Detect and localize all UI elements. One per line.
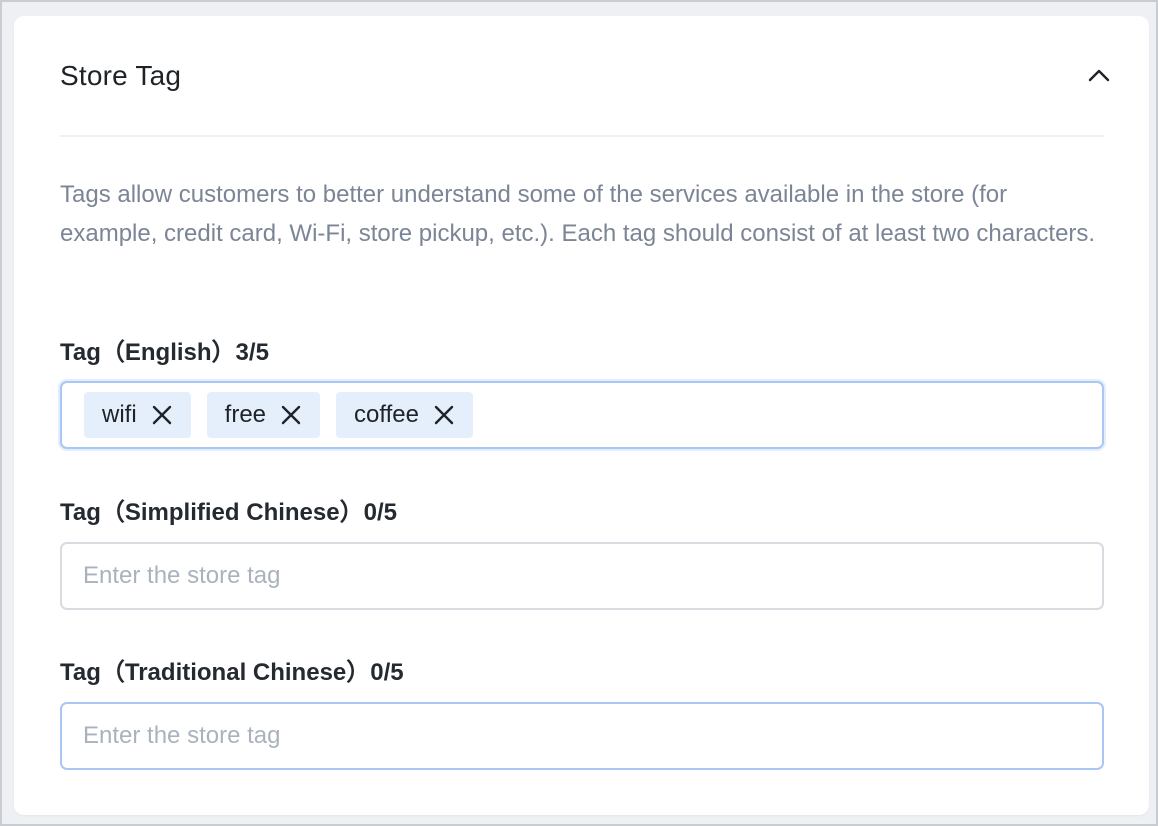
tag-simplified-chinese-field: [60, 542, 1104, 610]
close-icon: [434, 405, 454, 425]
window-frame: Store Tag Tags allow customers to better…: [0, 0, 1158, 826]
tag-traditional-chinese-input[interactable]: [62, 704, 1102, 768]
tag-remove-button[interactable]: [431, 402, 457, 428]
tag-english-input[interactable]: wifi free coffee: [60, 381, 1104, 449]
tag-chip-label: free: [224, 401, 267, 428]
tag-remove-button[interactable]: [149, 402, 175, 428]
tag-chip-label: coffee: [354, 401, 419, 428]
collapse-button[interactable]: [1083, 60, 1115, 92]
card-header[interactable]: Store Tag: [14, 16, 1149, 136]
tag-english-label: Tag（English）3/5: [60, 339, 269, 366]
tag-chip: coffee: [336, 392, 473, 438]
section-title: Store Tag: [60, 60, 182, 91]
section-description: Tags allow customers to better understan…: [60, 181, 1096, 247]
tag-remove-button[interactable]: [278, 402, 304, 428]
tag-chip: wifi: [84, 392, 191, 438]
tag-chip-label: wifi: [102, 401, 137, 428]
tag-simplified-chinese-input[interactable]: [62, 544, 1102, 608]
close-icon: [152, 405, 171, 425]
chevron-up-icon: [1088, 69, 1110, 82]
tag-simplified-chinese-label: Tag（Simplified Chinese）0/5: [60, 499, 397, 526]
tag-traditional-chinese-field: [60, 702, 1104, 770]
tag-chip: free: [206, 392, 321, 438]
close-icon: [281, 405, 301, 425]
tag-traditional-chinese-label: Tag（Traditional Chinese）0/5: [60, 659, 404, 686]
store-tag-card: Store Tag Tags allow customers to better…: [14, 16, 1149, 815]
header-divider: [60, 135, 1104, 137]
